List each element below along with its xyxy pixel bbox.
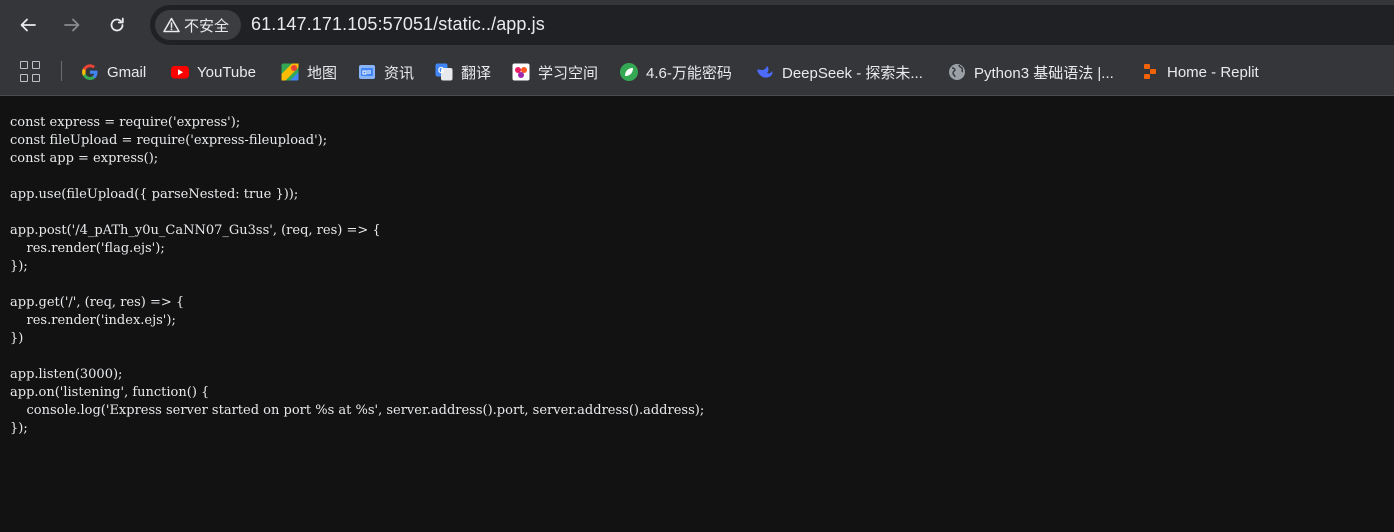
browser-toolbar: 不安全 61.147.171.105:57051/static../app.js <box>0 0 1394 50</box>
security-indicator[interactable]: 不安全 <box>155 10 241 40</box>
news-icon <box>357 62 377 82</box>
bookmark-label: YouTube <box>197 63 256 81</box>
green-leaf-icon <box>619 62 639 82</box>
deepseek-icon <box>755 62 775 82</box>
bookmark-gmail[interactable]: Gmail <box>80 59 146 85</box>
bookmark-label: DeepSeek - 探索未... <box>782 64 923 82</box>
back-button[interactable] <box>12 9 44 41</box>
bookmarks-bar: Gmail YouTube 地图 资讯 G 翻译 学习空间 4.6-万能密码 D… <box>0 50 1394 96</box>
bookmark-maps[interactable]: 地图 <box>280 59 337 85</box>
bookmark-deepseek[interactable]: DeepSeek - 探索未... <box>755 59 923 85</box>
maps-icon <box>280 62 300 82</box>
bookmark-label: 学习空间 <box>538 64 599 82</box>
svg-text:G: G <box>438 66 444 75</box>
youtube-icon <box>170 62 190 82</box>
arrow-right-icon <box>64 18 80 32</box>
bookmark-label: Home - Replit <box>1167 63 1259 81</box>
apps-grid-button[interactable] <box>20 61 42 83</box>
forward-button[interactable] <box>56 9 88 41</box>
google-icon <box>80 62 100 82</box>
grid-cell <box>32 61 40 69</box>
reload-icon <box>110 17 124 32</box>
security-label: 不安全 <box>184 17 230 35</box>
source-code-text: const express = require('express'); cons… <box>10 115 705 436</box>
bookmarks-divider <box>61 61 62 81</box>
bookmark-label: Gmail <box>107 63 147 81</box>
replit-icon <box>1140 62 1160 82</box>
study-space-icon <box>511 62 531 82</box>
bookmark-news[interactable]: 资讯 <box>357 59 414 85</box>
bookmark-youtube[interactable]: YouTube <box>170 59 256 85</box>
bookmark-label: 翻译 <box>461 64 492 82</box>
bookmark-replit[interactable]: Home - Replit <box>1140 59 1259 85</box>
bookmark-label: 4.6-万能密码 <box>646 64 732 82</box>
bookmark-translate[interactable]: G 翻译 <box>434 59 491 85</box>
bookmark-label: 资讯 <box>384 64 415 82</box>
bookmark-universal-password[interactable]: 4.6-万能密码 <box>619 59 732 85</box>
bookmark-study-space[interactable]: 学习空间 <box>511 59 598 85</box>
grid-cell <box>20 61 28 69</box>
bookmark-label: Python3 基础语法 |... <box>974 64 1114 82</box>
warning-triangle-icon <box>163 17 180 33</box>
bookmark-label: 地图 <box>307 64 338 82</box>
bookmark-python3[interactable]: Python3 基础语法 |... <box>947 59 1114 85</box>
grid-cell <box>20 74 28 82</box>
arrow-left-icon <box>20 18 36 32</box>
translate-icon: G <box>434 62 454 82</box>
address-bar[interactable]: 不安全 61.147.171.105:57051/static../app.js <box>150 5 1394 45</box>
grid-cell <box>32 74 40 82</box>
url-text[interactable]: 61.147.171.105:57051/static../app.js <box>251 14 545 35</box>
page-content: const express = require('express'); cons… <box>0 97 1394 532</box>
reload-button[interactable] <box>101 9 133 41</box>
globe-icon <box>947 62 967 82</box>
